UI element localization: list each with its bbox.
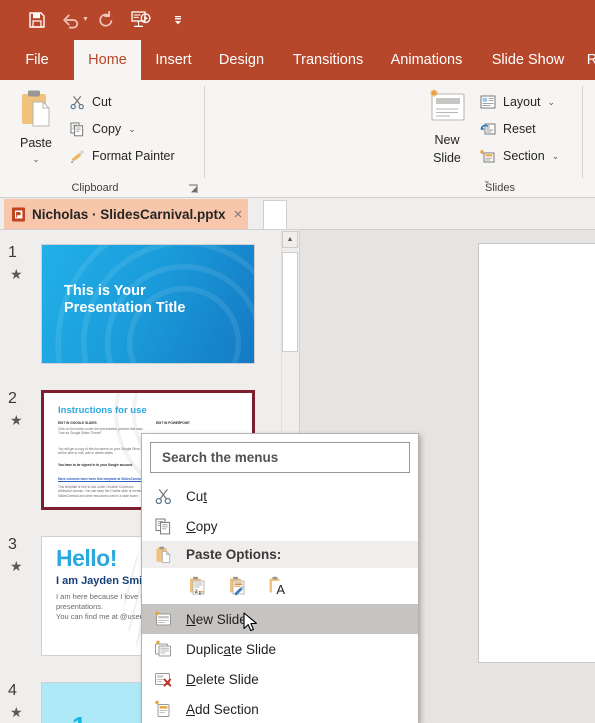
- copy-label: Copy: [92, 122, 122, 136]
- context-menu-item-new-slide[interactable]: New Slide: [142, 604, 418, 634]
- customize-quick-access-toolbar-icon[interactable]: [166, 8, 190, 32]
- ribbon-group-clipboard: Paste ⌄ Cut Copy ⌄ Format Painter Clipbo…: [0, 80, 205, 197]
- tab-home[interactable]: Home: [74, 40, 141, 80]
- paste-keep-source-icon[interactable]: [226, 574, 248, 598]
- document-tab-title: Nicholas · SlidesCarnival.pptx: [32, 206, 226, 222]
- context-menu-item-add-section[interactable]: Add Section: [142, 694, 418, 723]
- context-menu-paste-options-header: Paste Options:: [142, 541, 418, 568]
- close-icon[interactable]: ×: [234, 206, 243, 223]
- slide-star-icon: ★: [10, 412, 23, 428]
- svg-text:A: A: [276, 582, 285, 597]
- cut-label: Cut: [92, 95, 112, 109]
- paste-chevron-icon[interactable]: ⌄: [8, 154, 64, 165]
- scroll-up-arrow-icon[interactable]: ▲: [282, 231, 298, 248]
- undo-dropdown-caret[interactable]: ▼: [81, 16, 90, 23]
- powerpoint-window: ▼ File Home Insert Design Transitions An…: [0, 0, 595, 723]
- tab-insert[interactable]: Insert: [146, 40, 201, 80]
- tab-transitions[interactable]: Transitions: [284, 40, 372, 80]
- tab-file[interactable]: File: [16, 40, 58, 80]
- scissors-icon: [150, 485, 176, 507]
- slide-3-hello: Hello!: [56, 545, 117, 571]
- context-menu-paste-buttons-row: a A: [142, 568, 418, 604]
- slide-2-col2-head: EDIT IN POWERPOINT: [156, 421, 191, 425]
- paintbrush-icon: [67, 146, 87, 166]
- tab-review[interactable]: R: [580, 40, 595, 80]
- format-painter-button[interactable]: Format Painter: [67, 144, 175, 168]
- slide-2-col1-p5: This template is free to use under Creat…: [58, 485, 144, 498]
- document-tab-strip: Nicholas · SlidesCarnival.pptx ×: [0, 198, 595, 230]
- tab-slide-show[interactable]: Slide Show: [481, 40, 575, 80]
- slide-number: 1: [8, 244, 17, 261]
- cut-button[interactable]: Cut: [67, 90, 111, 114]
- slide-2-col1-p3: You have to be signed in to your Google …: [58, 463, 133, 467]
- tab-design[interactable]: Design: [208, 40, 275, 80]
- slide-star-icon: ★: [10, 558, 23, 574]
- slide-2-col1-p2: You will get a copy of this document on …: [58, 447, 146, 456]
- paste-label: Paste: [20, 136, 52, 150]
- delete-slide-icon: [150, 668, 176, 690]
- ribbon: Paste ⌄ Cut Copy ⌄ Format Painter Clipbo…: [0, 80, 595, 198]
- slide-2-col1-p4: More columns have been this template at …: [58, 477, 145, 481]
- thumbnail-scrollbar-thumb[interactable]: [282, 252, 298, 352]
- slide-3-name: I am Jayden Smith: [56, 575, 153, 587]
- search-the-menus-field[interactable]: Search the menus: [150, 442, 410, 473]
- ribbon-group-font: ▼ ▼ B I U S abc AV ⌄ A Font: [378, 80, 595, 197]
- slide-2-col1-head: EDIT IN GOOGLE SLIDES: [58, 421, 97, 425]
- clipboard-group-label: Clipboard: [71, 182, 119, 194]
- duplicate-slide-icon: [150, 638, 176, 660]
- slide-star-icon: ★: [10, 266, 23, 282]
- context-menu-item-duplicate-slide-label: Duplicate Slide: [186, 641, 277, 657]
- scissors-icon: [67, 92, 87, 112]
- slide-2-col1-p1: Click on the button under the presentati…: [58, 427, 143, 436]
- slideshow-icon[interactable]: [129, 8, 153, 32]
- clipboard-dialog-launcher[interactable]: [188, 182, 200, 194]
- slide-4-number: 1: [72, 711, 86, 723]
- clipboard-icon: [150, 544, 176, 566]
- document-tab-active[interactable]: Nicholas · SlidesCarnival.pptx ×: [4, 199, 249, 229]
- ribbon-tab-bar: File Home Insert Design Transitions Anim…: [0, 40, 595, 80]
- new-slide-icon: [150, 608, 176, 630]
- save-icon[interactable]: [25, 8, 49, 32]
- quick-access-toolbar: ▼: [0, 0, 595, 40]
- context-menu-item-delete-slide[interactable]: Delete Slide: [142, 664, 418, 694]
- context-menu-item-cut[interactable]: Cut: [142, 481, 418, 511]
- search-the-menus-placeholder: Search the menus: [162, 450, 279, 465]
- slide-1-title: This is Your Presentation Title: [64, 283, 186, 316]
- paste-text-only-icon[interactable]: A: [266, 574, 288, 598]
- context-menu-item-duplicate-slide[interactable]: Duplicate Slide: [142, 634, 418, 664]
- slide-number: 4: [8, 682, 17, 699]
- slide-1-artwork: This is Your Presentation Title: [42, 245, 254, 363]
- undo-icon[interactable]: [59, 8, 83, 32]
- copy-chevron-icon[interactable]: ⌄: [128, 124, 136, 135]
- tab-animations[interactable]: Animations: [378, 40, 475, 80]
- copy-icon: [67, 119, 87, 139]
- add-section-icon: [150, 698, 176, 720]
- slide-star-icon: ★: [10, 704, 23, 720]
- powerpoint-file-icon: [12, 207, 26, 222]
- context-menu-item-add-section-label: Add Section: [186, 701, 259, 717]
- paste-button[interactable]: Paste ⌄: [8, 86, 64, 170]
- copy-icon: [150, 515, 176, 537]
- context-menu-item-new-slide-label: New Slide: [186, 611, 247, 627]
- context-menu[interactable]: Search the menus Cut Copy Paste Options:: [141, 433, 419, 723]
- slide-canvas[interactable]: [478, 243, 595, 663]
- paste-destination-theme-icon[interactable]: a: [186, 574, 208, 598]
- paste-options-label: Paste Options:: [186, 547, 282, 562]
- new-document-tab-button[interactable]: [263, 200, 287, 229]
- ribbon-group-slides: New Slide ⌄ Layout ⌄ Reset Section ⌄ Sli…: [205, 80, 583, 197]
- context-menu-item-cut-label: Cut: [186, 488, 208, 504]
- copy-button[interactable]: Copy ⌄: [67, 117, 136, 141]
- context-menu-item-delete-slide-label: Delete Slide: [186, 671, 259, 687]
- slide-number: 3: [8, 536, 17, 553]
- slide-2-heading: Instructions for use: [58, 405, 147, 416]
- redo-icon[interactable]: [94, 8, 118, 32]
- context-menu-item-copy-label: Copy: [186, 518, 218, 534]
- format-painter-label: Format Painter: [92, 149, 175, 163]
- thumbnail-row-1[interactable]: 1 ★ This is Your Presentation Title: [0, 244, 281, 389]
- slide-number: 2: [8, 390, 17, 407]
- slide-thumbnail-1[interactable]: This is Your Presentation Title: [41, 244, 255, 364]
- context-menu-item-copy[interactable]: Copy: [142, 511, 418, 541]
